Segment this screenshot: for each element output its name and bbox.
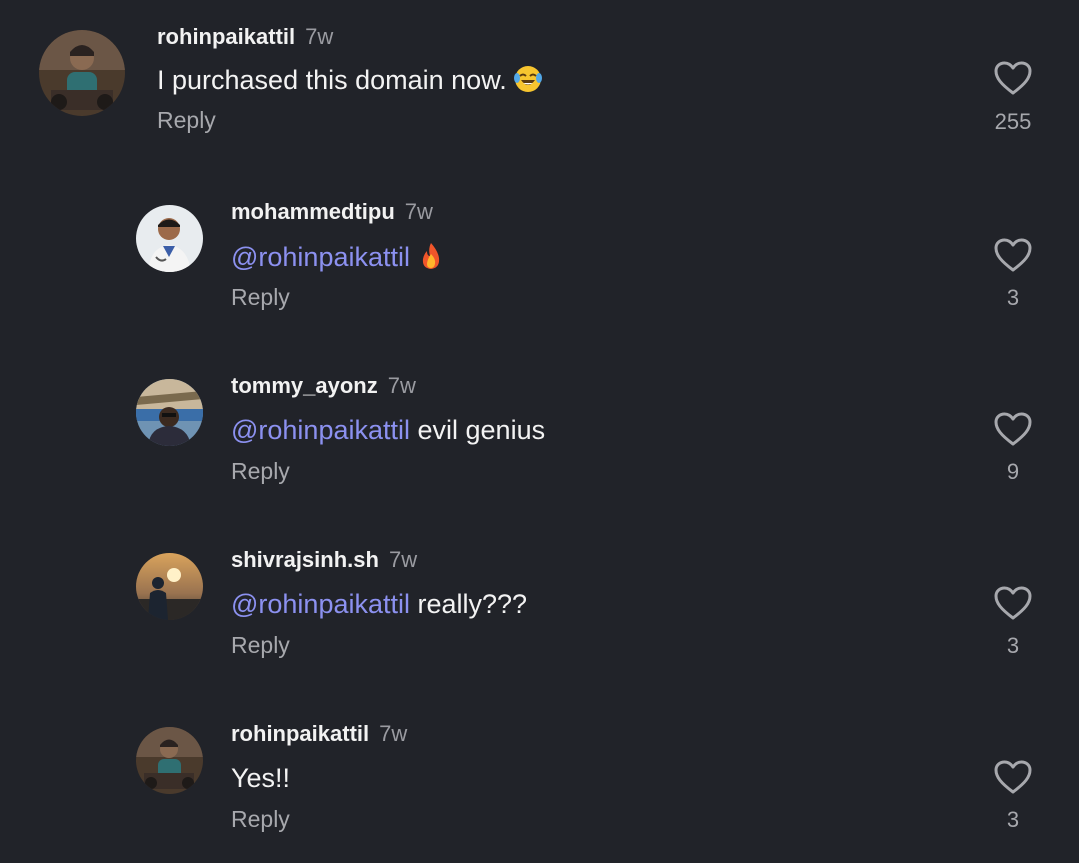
avatar[interactable]: [136, 205, 203, 272]
laughing-tears-emoji: [513, 64, 543, 94]
username[interactable]: mohammedtipu 7w: [231, 199, 433, 225]
mention-link[interactable]: @rohinpaikattil: [231, 415, 410, 445]
reply-button[interactable]: Reply: [231, 458, 290, 485]
like-count: 255: [994, 109, 1032, 134]
avatar[interactable]: [136, 553, 203, 620]
timestamp: 7w: [387, 373, 416, 398]
reply-button[interactable]: Reply: [157, 107, 216, 134]
heart-icon[interactable]: [993, 237, 1033, 273]
heart-icon[interactable]: [993, 60, 1033, 96]
reply-button[interactable]: Reply: [231, 284, 290, 311]
avatar[interactable]: [136, 379, 203, 446]
like-count: 9: [1006, 459, 1020, 484]
comment-text: @rohinpaikattil evil genius: [231, 415, 546, 445]
reply-comment: tommy_ayonz 7w @rohinpaikattil evil geniu…: [0, 351, 1079, 491]
username[interactable]: shivrajsinh.sh 7w: [231, 547, 417, 573]
heart-icon[interactable]: [993, 585, 1033, 621]
timestamp: 7w: [388, 547, 418, 572]
avatar[interactable]: [39, 30, 125, 116]
timestamp: 7w: [379, 721, 408, 746]
avatar-photo: [136, 553, 203, 620]
reply-comment: shivrajsinh.sh 7w @rohinpaikattil really?…: [0, 525, 1079, 665]
avatar-photo: [136, 727, 203, 794]
like-count: 3: [1006, 285, 1020, 310]
avatar-photo: [136, 379, 203, 446]
username[interactable]: tommy_ayonz 7w: [231, 373, 416, 399]
reply-button[interactable]: Reply: [231, 806, 290, 833]
username[interactable]: rohinpaikattil 7w: [157, 24, 333, 50]
comment-text: I purchased this domain now.: [157, 64, 543, 96]
like-count: 3: [1006, 807, 1020, 832]
avatar[interactable]: [136, 727, 203, 794]
mention-link[interactable]: @rohinpaikattil: [231, 242, 410, 272]
comment: rohinpaikattil 7w I purchased this domain…: [0, 0, 1079, 140]
reply-comment: mohammedtipu 7w @rohinpaikattil Reply 3: [0, 177, 1079, 317]
avatar-photo: [136, 205, 203, 272]
comment-text: @rohinpaikattil really???: [231, 589, 528, 619]
username[interactable]: rohinpaikattil 7w: [231, 721, 407, 747]
heart-icon[interactable]: [993, 759, 1033, 795]
comment-text: @rohinpaikattil: [231, 241, 446, 273]
comment-text: Yes!!: [231, 763, 291, 793]
reply-comment: rohinpaikattil 7w Yes!! Reply 3: [0, 699, 1079, 839]
reply-button[interactable]: Reply: [231, 632, 290, 659]
like-count: 3: [1006, 633, 1020, 658]
fire-emoji: [416, 241, 446, 271]
mention-link[interactable]: @rohinpaikattil: [231, 589, 410, 619]
heart-icon[interactable]: [993, 411, 1033, 447]
timestamp: 7w: [404, 199, 433, 224]
avatar-photo: [39, 30, 125, 116]
timestamp: 7w: [305, 24, 334, 49]
